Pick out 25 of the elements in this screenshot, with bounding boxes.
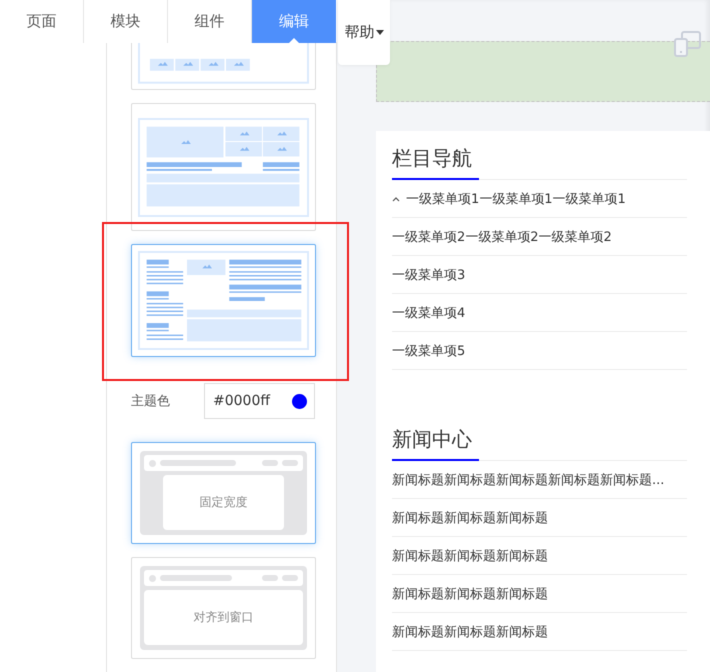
theme-color-label: 主题色 bbox=[131, 393, 170, 410]
nav-menu-item[interactable]: 一级菜单项5 bbox=[392, 342, 466, 360]
tab[interactable]: 页面 bbox=[0, 0, 84, 43]
caret-up-icon[interactable] bbox=[392, 196, 400, 202]
news-title-link[interactable]: 新闻标题新闻标题新闻标题新闻标题新闻标题... bbox=[392, 470, 664, 488]
caret-down-icon bbox=[376, 30, 384, 35]
news-title-link[interactable]: 新闻标题新闻标题新闻标题 bbox=[392, 546, 548, 564]
nav-menu-item[interactable]: 一级菜单项3 bbox=[392, 266, 466, 284]
devices-icon[interactable] bbox=[673, 30, 702, 58]
section-title: 新闻中心 bbox=[392, 426, 479, 461]
section-title: 栏目导航 bbox=[392, 145, 479, 180]
layout-template-card[interactable] bbox=[131, 103, 316, 231]
news-title-link[interactable]: 新闻标题新闻标题新闻标题 bbox=[392, 584, 548, 602]
layout-template-card[interactable] bbox=[131, 244, 316, 357]
nav-menu-item[interactable]: 一级菜单项2一级菜单项2一级菜单项2 bbox=[392, 228, 612, 246]
width-option[interactable]: 对齐到窗口 bbox=[131, 557, 316, 659]
help-menu-button[interactable]: 帮助 bbox=[338, 0, 390, 65]
width-option[interactable]: 固定宽度 bbox=[131, 442, 316, 544]
nav-menu-item[interactable]: 一级菜单项1一级菜单项1一级菜单项1 bbox=[406, 190, 626, 208]
news-title-link[interactable]: 新闻标题新闻标题新闻标题 bbox=[392, 622, 548, 640]
nav-menu-item[interactable]: 一级菜单项4 bbox=[392, 304, 466, 322]
news-title-link[interactable]: 新闻标题新闻标题新闻标题 bbox=[392, 508, 548, 526]
color-input-field[interactable]: #0000ff bbox=[204, 383, 315, 419]
tab[interactable]: 组件 bbox=[168, 0, 252, 43]
tab[interactable]: 模块 bbox=[84, 0, 168, 43]
